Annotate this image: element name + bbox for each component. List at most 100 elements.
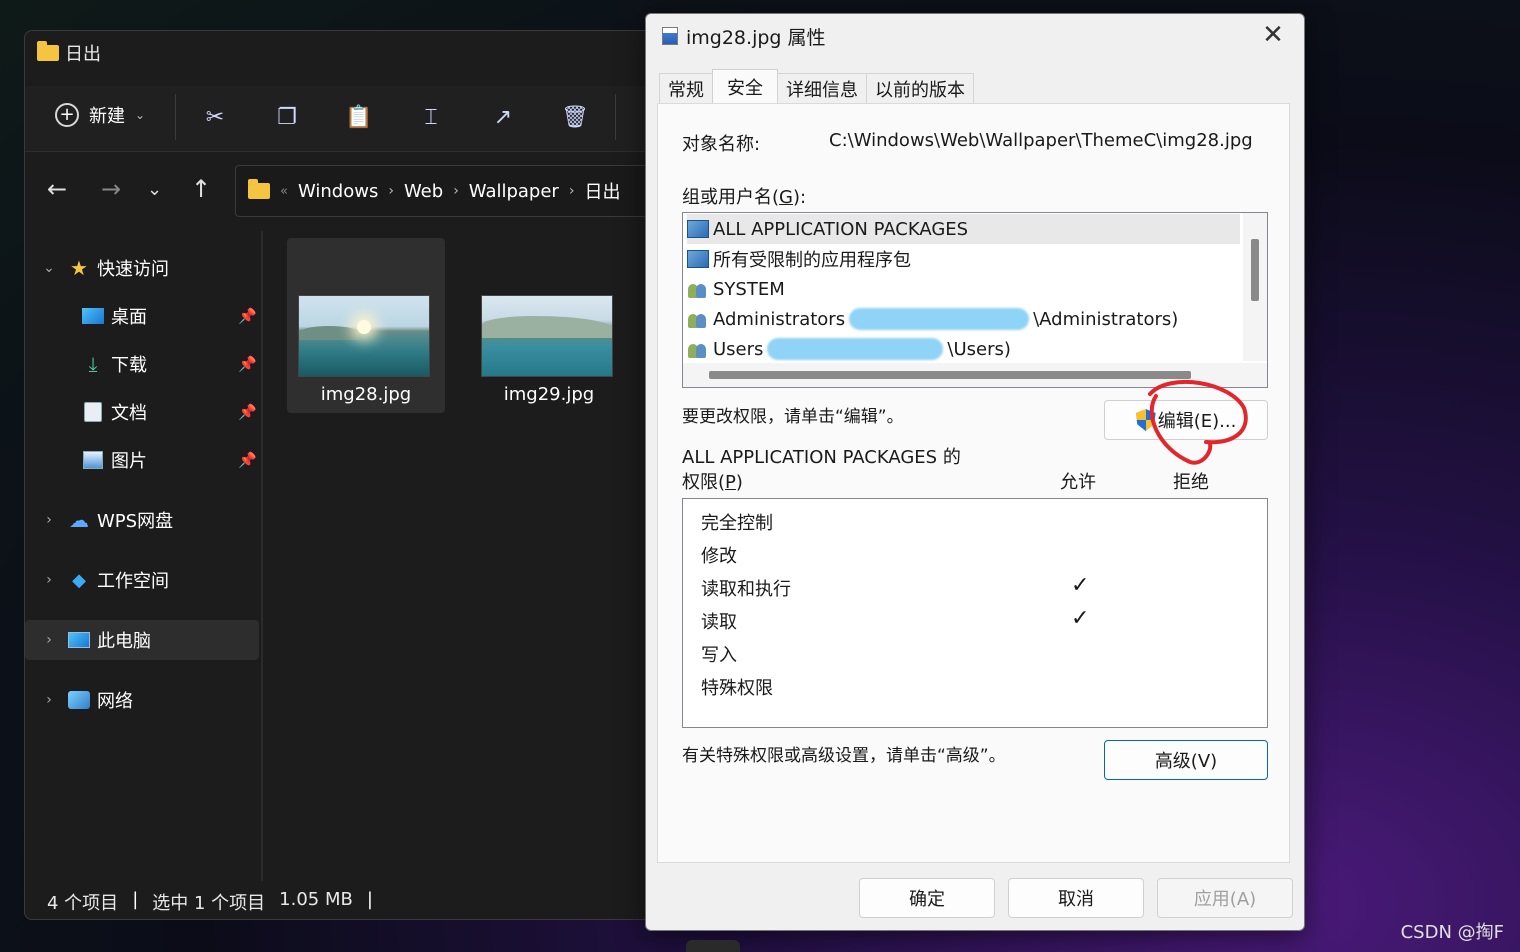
chevron-down-icon[interactable]: ⌄: [31, 260, 67, 276]
uac-shield-icon: [1135, 409, 1156, 431]
file-name: img28.jpg: [320, 384, 412, 405]
file-tile-img28[interactable]: img28.jpg: [287, 238, 445, 413]
tab-security[interactable]: 安全: [712, 69, 778, 103]
watermark-text: CSDN @掏F: [1400, 922, 1504, 943]
image-file-icon: [662, 27, 678, 45]
deny-column-header: 拒绝: [1173, 472, 1209, 493]
vertical-scrollbar[interactable]: [1243, 213, 1267, 361]
edit-button[interactable]: 编辑(E)...: [1104, 400, 1268, 440]
rename-icon[interactable]: ⌶: [417, 103, 445, 131]
folder-icon: [248, 179, 270, 199]
chevron-right-icon[interactable]: ›: [31, 692, 67, 708]
sidebar-item-workspace[interactable]: › ◆ 工作空间: [25, 560, 259, 600]
pin-icon[interactable]: 📌: [238, 403, 257, 421]
object-name-value: C:\Windows\Web\Wallpaper\ThemeC\img28.jp…: [829, 130, 1253, 151]
horizontal-scrollbar[interactable]: [683, 363, 1267, 387]
group-name: 所有受限制的应用程序包: [713, 250, 911, 271]
back-arrow-icon[interactable]: ←: [47, 175, 67, 203]
folder-icon: [37, 41, 59, 61]
sidebar-item-quick-access[interactable]: ⌄ ★ 快速访问: [25, 248, 259, 288]
window-title-text: 日出: [65, 44, 101, 65]
address-bar[interactable]: « Windows › Web › Wallpaper › 日出: [235, 165, 683, 217]
crumb-wallpaper[interactable]: Wallpaper: [469, 181, 559, 202]
file-name: img29.jpg: [503, 384, 595, 405]
sidebar-item-pictures[interactable]: 图片 📌: [25, 440, 259, 480]
new-button[interactable]: + 新建 ⌄: [55, 102, 145, 128]
sidebar-item-label: 网络: [97, 691, 133, 712]
chevron-right-icon[interactable]: ›: [31, 632, 67, 648]
chevron-down-icon: ⌄: [135, 108, 146, 122]
tab-details[interactable]: 详细信息: [777, 73, 867, 103]
group-name: ALL APPLICATION PACKAGES: [713, 218, 969, 240]
list-item[interactable]: ALL APPLICATION PACKAGES: [687, 214, 1240, 244]
tab-previous-versions[interactable]: 以前的版本: [866, 73, 974, 103]
cloud-icon: ☁: [69, 508, 89, 532]
list-item[interactable]: 所有受限制的应用程序包: [687, 244, 1240, 274]
allow-column-header: 允许: [1060, 472, 1096, 493]
sidebar-item-desktop[interactable]: 桌面 📌: [25, 296, 259, 336]
file-tile-img29[interactable]: img29.jpg: [470, 238, 628, 413]
sidebar-item-downloads[interactable]: ⤓ 下载 📌: [25, 344, 259, 384]
cancel-button[interactable]: 取消: [1008, 878, 1144, 918]
scroll-thumb[interactable]: [709, 371, 1191, 379]
toolbar-separator: [615, 94, 616, 140]
taskbar-thumbnail: [686, 940, 740, 952]
permissions-for-label: ALL APPLICATION PACKAGES 的: [682, 447, 961, 468]
crumb-web[interactable]: Web: [404, 181, 443, 202]
edit-hint: 要更改权限，请单击“编辑”。: [682, 407, 904, 427]
ok-button[interactable]: 确定: [859, 878, 995, 918]
image-thumbnail: [481, 295, 613, 377]
list-item[interactable]: SYSTEM: [687, 274, 1240, 304]
sidebar-item-label: 快速访问: [97, 259, 169, 280]
delete-icon[interactable]: 🗑: [561, 103, 589, 131]
item-count: 4 个项目: [47, 893, 119, 914]
allow-check-icon: ✓: [1071, 606, 1090, 631]
tab-strip: 常规 安全 详细信息 以前的版本: [659, 69, 974, 103]
group-suffix: \Users): [947, 338, 1011, 360]
pin-icon[interactable]: 📌: [238, 355, 257, 373]
properties-dialog: img28.jpg 属性 ✕ 常规 安全 详细信息 以前的版本 对象名称: C:…: [645, 13, 1305, 931]
status-separator: |: [132, 889, 139, 910]
pane-divider[interactable]: [261, 231, 263, 881]
up-arrow-icon[interactable]: ↑: [191, 175, 211, 203]
forward-arrow-icon[interactable]: →: [101, 175, 121, 203]
documents-icon: [81, 401, 105, 423]
close-button[interactable]: ✕: [1258, 20, 1288, 50]
sidebar-item-this-pc[interactable]: › 此电脑: [25, 620, 259, 660]
copy-icon[interactable]: ❐: [273, 103, 301, 131]
edit-button-label: 编辑(E)...: [1157, 411, 1237, 432]
recent-chevron-icon[interactable]: ⌄: [147, 179, 162, 200]
group-name: SYSTEM: [713, 278, 785, 300]
dialog-title: img28.jpg 属性: [662, 22, 826, 50]
users-icon: [687, 280, 709, 298]
paste-icon[interactable]: 📋: [345, 103, 373, 131]
window-title: 日出: [37, 41, 101, 65]
crumb-windows[interactable]: Windows: [298, 181, 378, 202]
list-item[interactable]: Administrators \Administrators): [687, 304, 1240, 334]
sidebar-item-documents[interactable]: 文档 📌: [25, 392, 259, 432]
chevron-right-icon[interactable]: ›: [31, 512, 67, 528]
permission-name: 完全控制: [701, 513, 773, 534]
pin-icon[interactable]: 📌: [238, 307, 257, 325]
sidebar-item-wps[interactable]: › ☁ WPS网盘: [25, 500, 259, 540]
group-name: Users: [713, 338, 764, 360]
group-user-list[interactable]: ALL APPLICATION PACKAGES 所有受限制的应用程序包 SYS…: [682, 212, 1268, 388]
scroll-thumb[interactable]: [1251, 239, 1259, 301]
tab-general[interactable]: 常规: [659, 73, 713, 103]
plus-circle-icon: +: [55, 103, 79, 127]
advanced-hint: 有关特殊权限或高级设置，请单击“高级”。: [682, 746, 1006, 766]
security-panel: 对象名称: C:\Windows\Web\Wallpaper\ThemeC\im…: [657, 103, 1290, 863]
sidebar-item-label: WPS网盘: [97, 511, 174, 532]
chevron-right-icon[interactable]: ›: [31, 572, 67, 588]
advanced-button[interactable]: 高级(V): [1104, 740, 1268, 780]
sidebar-item-label: 文档: [111, 403, 147, 424]
apply-button[interactable]: 应用(A): [1157, 878, 1293, 918]
command-bar: + 新建 ⌄ ✂ ❐ 📋 ⌶ ↗ 🗑: [25, 86, 683, 152]
permissions-list: 完全控制 修改 读取和执行 ✓ 读取 ✓ 写入 特殊权限: [682, 498, 1268, 728]
cut-icon[interactable]: ✂: [201, 103, 229, 131]
pin-icon[interactable]: 📌: [238, 451, 257, 469]
crumb-sunrise[interactable]: 日出: [584, 178, 620, 204]
share-icon[interactable]: ↗: [489, 103, 517, 131]
sidebar-item-network[interactable]: › 网络: [25, 680, 259, 720]
list-item[interactable]: Users \Users): [687, 334, 1240, 364]
